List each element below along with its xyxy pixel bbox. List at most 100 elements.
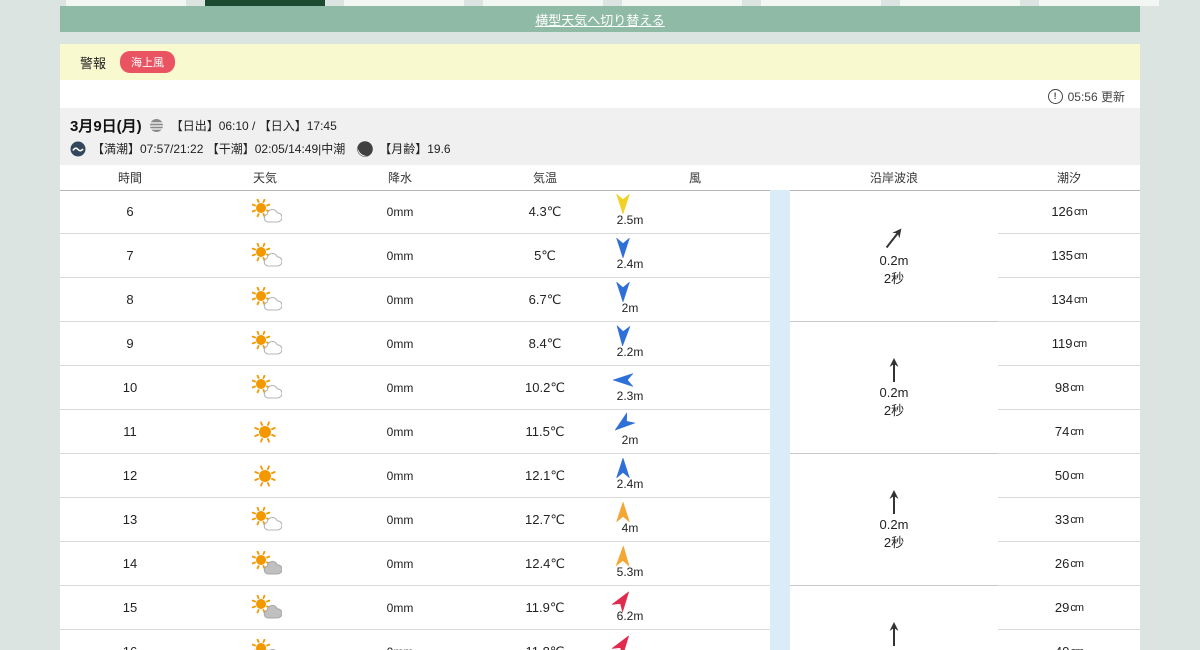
column-divider-strip bbox=[770, 190, 790, 650]
wave-direction-icon bbox=[879, 225, 909, 251]
tide-cell: 33 cm bbox=[998, 498, 1140, 542]
wind-direction-icon bbox=[614, 193, 632, 215]
table-row: 14 0mm 12.4℃ 5.3m bbox=[60, 542, 770, 586]
tide-value: 98 bbox=[1054, 380, 1070, 395]
wind-direction-icon bbox=[614, 237, 632, 259]
precip-cell: 0mm bbox=[386, 204, 414, 219]
table-row: 16 0mm 11.8℃ 6.2m bbox=[60, 630, 770, 650]
col-header-wind: 風 bbox=[688, 171, 701, 185]
tide-value: 74 bbox=[1054, 424, 1070, 439]
wind-direction-icon bbox=[609, 630, 636, 650]
wave-direction-icon bbox=[879, 489, 909, 515]
table-header: 時間 天気 降水 気温 風 沿岸波浪 潮汐 bbox=[60, 165, 1140, 191]
table-row: 13 0mm 12.7℃ 4m bbox=[60, 498, 770, 542]
moon-phase-icon bbox=[357, 140, 374, 157]
hour-cell: 8 bbox=[126, 292, 134, 307]
tide-value: 40 bbox=[1055, 644, 1069, 650]
wind-speed: 2m bbox=[621, 301, 639, 315]
wind-speed: 2.4m bbox=[616, 257, 644, 271]
wave-icon bbox=[70, 141, 86, 157]
weather-icon bbox=[248, 198, 283, 225]
wind-direction-icon bbox=[614, 501, 632, 523]
precip-cell: 0mm bbox=[386, 556, 414, 571]
table-row: 12 0mm 12.1℃ 2.4m bbox=[60, 454, 770, 498]
wind-direction-icon bbox=[612, 371, 634, 389]
alert-info-icon: ! bbox=[1047, 89, 1063, 104]
table-row: 8 0mm 6.7℃ 2m bbox=[60, 278, 770, 322]
col-header-time: 時間 bbox=[117, 171, 142, 185]
weather-icon bbox=[248, 374, 283, 401]
tide-cell: 29 cm bbox=[998, 586, 1140, 630]
precip-cell: 0mm bbox=[386, 468, 414, 483]
tide-value: 135 bbox=[1051, 248, 1074, 263]
table-row: 11 0mm 11.5℃ 2m bbox=[60, 410, 770, 454]
table-row: 7 0mm 5℃ 2.4m bbox=[60, 234, 770, 278]
weather-page: 横型天気へ切り替える 警報 海上風 ! 05:56 更新 3月9日(月) 【日出… bbox=[0, 0, 1200, 650]
wind-direction-icon bbox=[614, 281, 632, 303]
tide-value: 50 bbox=[1054, 468, 1070, 483]
weather-icon bbox=[248, 638, 282, 650]
tide-unit: cm bbox=[1070, 646, 1084, 650]
tide-unit: cm bbox=[1070, 381, 1084, 394]
tide-cell: 126 cm bbox=[998, 190, 1140, 234]
tide-unit: cm bbox=[1070, 425, 1084, 438]
weather-icon bbox=[248, 463, 282, 489]
update-time-text: 05:56 更新 bbox=[1067, 90, 1125, 104]
wave-group-cell: 0.2m 2秒 bbox=[790, 586, 998, 650]
tide-value: 26 bbox=[1054, 556, 1070, 571]
precip-cell: 0mm bbox=[386, 292, 414, 307]
hour-cell: 7 bbox=[126, 248, 134, 263]
table-row: 6 0mm 4.3℃ 2.5m bbox=[60, 190, 770, 234]
update-time: ! 05:56 更新 bbox=[1047, 88, 1125, 105]
forecast-table: 6 0mm 4.3℃ 2.5m 7 0mm 5℃ 2.4m 8 0mm 6.7℃… bbox=[60, 190, 1140, 650]
wave-group-cell: 0.2m 2秒 bbox=[790, 454, 998, 586]
sunrise-sunset-text: 【日出】06:10 / 【日入】17:45 bbox=[170, 119, 337, 133]
tide-unit: cm bbox=[1074, 249, 1088, 262]
tide-unit: cm bbox=[1074, 205, 1088, 218]
hour-cell: 12 bbox=[122, 468, 138, 483]
col-header-precip: 降水 bbox=[387, 171, 412, 185]
wave-group-cell: 0.2m 2秒 bbox=[790, 190, 998, 322]
forecast-panel: ! 05:56 更新 3月9日(月) 【日出】06:10 / 【日入】17:45 bbox=[60, 80, 1140, 650]
hour-cell: 6 bbox=[126, 204, 134, 219]
wind-speed: 2.3m bbox=[616, 389, 644, 403]
wave-group-cell: 0.2m 2秒 bbox=[790, 322, 998, 454]
weather-icon bbox=[248, 419, 282, 445]
weather-icon bbox=[248, 550, 283, 577]
precip-cell: 0mm bbox=[330, 645, 470, 650]
tide-unit: cm bbox=[1070, 557, 1084, 570]
precip-cell: 0mm bbox=[386, 424, 414, 439]
tide-cell: 40cm bbox=[998, 630, 1140, 650]
weather-icon bbox=[248, 330, 283, 357]
moon-age-text: 【月齢】19.6 bbox=[379, 142, 451, 156]
table-left-rows: 6 0mm 4.3℃ 2.5m 7 0mm 5℃ 2.4m 8 0mm 6.7℃… bbox=[60, 190, 770, 650]
cloudy-mark-icon bbox=[148, 118, 165, 133]
hour-cell: 16 bbox=[60, 644, 200, 650]
tide-unit: cm bbox=[1070, 601, 1084, 614]
date-title: 3月9日(月) bbox=[70, 118, 142, 135]
hour-cell: 11 bbox=[123, 424, 137, 439]
col-header-temp: 気温 bbox=[532, 171, 557, 185]
tide-unit: cm bbox=[1070, 469, 1084, 482]
tide-cell: 119 cm bbox=[998, 322, 1140, 366]
layout-switch-bar: 横型天気へ切り替える bbox=[60, 6, 1140, 32]
tide-value: 33 bbox=[1054, 512, 1070, 527]
warning-badge[interactable]: 海上風 bbox=[120, 51, 176, 73]
tide-cell: 50 cm bbox=[998, 454, 1140, 498]
precip-cell: 0mm bbox=[386, 336, 414, 351]
wave-period: 2秒 bbox=[883, 402, 905, 418]
hour-cell: 9 bbox=[126, 336, 134, 351]
switch-layout-link[interactable]: 横型天気へ切り替える bbox=[535, 10, 665, 29]
tide-cell: 74 cm bbox=[998, 410, 1140, 454]
tide-cell: 98 cm bbox=[998, 366, 1140, 410]
tide-cell: 134 cm bbox=[998, 278, 1140, 322]
wind-speed: 2m bbox=[621, 433, 639, 447]
warning-label: 警報 bbox=[80, 55, 107, 71]
warning-band: 警報 海上風 bbox=[60, 44, 1140, 80]
hour-cell: 14 bbox=[122, 556, 138, 571]
tide-unit: cm bbox=[1073, 337, 1088, 350]
weather-icon bbox=[248, 506, 283, 533]
tide-times-text: 【満潮】07:57/21:22 【干潮】02:05/14:49|中潮 bbox=[92, 142, 346, 156]
precip-cell: 0mm bbox=[386, 248, 414, 263]
tide-value: 29 bbox=[1054, 600, 1070, 615]
